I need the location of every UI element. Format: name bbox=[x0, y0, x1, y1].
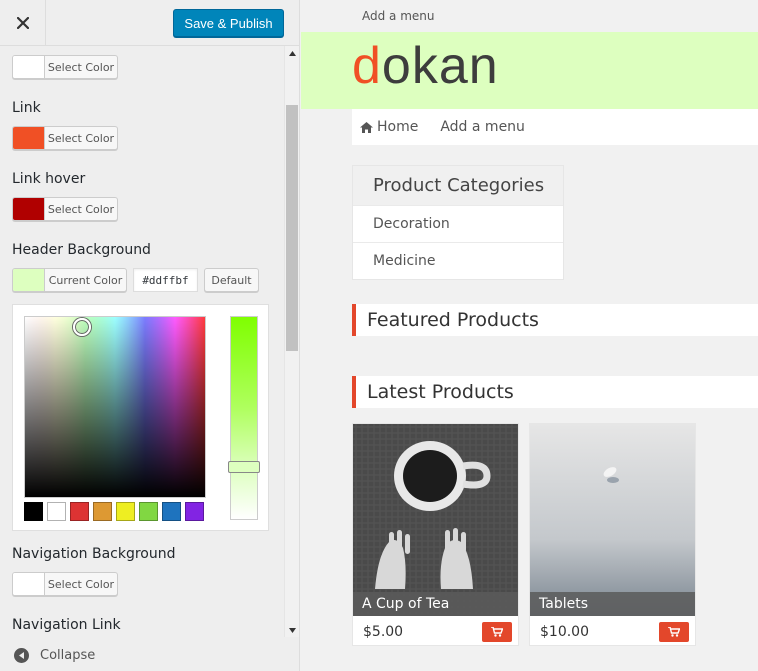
collapse-label: Collapse bbox=[40, 648, 96, 663]
current-color-label: Current Color bbox=[48, 273, 123, 287]
site-preview: Add a menu dokan Home Add a menu Product… bbox=[301, 0, 758, 671]
navigation-background-label: Navigation Background bbox=[12, 546, 176, 562]
product-image-tablets[interactable] bbox=[530, 424, 695, 616]
saturation-handle[interactable] bbox=[73, 318, 91, 336]
home-icon bbox=[360, 121, 373, 133]
cart-icon bbox=[668, 627, 680, 637]
customizer-header: Save & Publish bbox=[0, 0, 299, 46]
product-categories-widget: Product Categories Decoration Medicine bbox=[352, 165, 564, 280]
hue-slider-handle[interactable] bbox=[228, 461, 260, 473]
product-name[interactable]: Tablets bbox=[530, 592, 695, 616]
product-price: $5.00 bbox=[363, 624, 404, 640]
product-name[interactable]: A Cup of Tea bbox=[353, 592, 518, 616]
link-color-button[interactable]: Select Color bbox=[12, 126, 118, 150]
collapse-arrow-icon bbox=[14, 648, 29, 663]
collapse-button[interactable]: Collapse bbox=[0, 640, 299, 671]
palette-swatch-black[interactable] bbox=[24, 502, 43, 521]
navigation-background-swatch bbox=[13, 573, 45, 595]
hex-color-input[interactable] bbox=[133, 268, 198, 292]
scroll-up-button[interactable] bbox=[285, 46, 300, 60]
palette-swatch-blue[interactable] bbox=[162, 502, 181, 521]
scroll-up-icon bbox=[289, 50, 296, 56]
link-hover-color-button-label: Select Color bbox=[47, 202, 115, 216]
navigation-link-label: Navigation Link bbox=[12, 617, 121, 633]
color-picker bbox=[12, 304, 269, 531]
nav-home-link[interactable]: Home bbox=[360, 119, 418, 135]
site-logo[interactable]: dokan bbox=[352, 36, 499, 96]
sidebar-scrollbar[interactable] bbox=[284, 46, 299, 637]
product-image-tea[interactable] bbox=[353, 424, 518, 616]
nav-home-label: Home bbox=[377, 119, 419, 135]
top-menu-link[interactable]: Add a menu bbox=[362, 9, 435, 23]
logo-letter-d: d bbox=[352, 37, 382, 95]
link-color-swatch bbox=[13, 127, 45, 149]
category-item-medicine[interactable]: Medicine bbox=[353, 242, 563, 279]
palette-swatch-white[interactable] bbox=[47, 502, 66, 521]
add-to-cart-button[interactable] bbox=[659, 622, 689, 642]
link-color-button-label: Select Color bbox=[47, 131, 115, 145]
hue-slider[interactable] bbox=[228, 316, 260, 520]
navigation-background-color-button[interactable]: Select Color bbox=[12, 572, 118, 596]
scroll-down-button[interactable] bbox=[285, 623, 300, 637]
navigation-background-button-label: Select Color bbox=[47, 577, 115, 591]
product-card[interactable]: A Cup of Tea $5.00 bbox=[352, 423, 519, 646]
link-hover-color-swatch bbox=[13, 198, 45, 220]
color-swatch bbox=[13, 56, 45, 78]
logo-text: okan bbox=[381, 37, 499, 95]
scroll-down-icon bbox=[289, 627, 296, 633]
palette-swatch-yellow[interactable] bbox=[116, 502, 135, 521]
customizer-sidebar: Save & Publish Select Color Link Select … bbox=[0, 0, 300, 671]
site-header: dokan bbox=[301, 32, 758, 109]
default-color-button[interactable]: Default bbox=[204, 268, 259, 292]
header-background-color-button[interactable]: Current Color bbox=[12, 268, 127, 292]
add-to-cart-button[interactable] bbox=[482, 622, 512, 642]
link-label: Link bbox=[12, 100, 41, 116]
product-price: $10.00 bbox=[540, 624, 589, 640]
cart-icon bbox=[491, 627, 503, 637]
palette-swatch-red[interactable] bbox=[70, 502, 89, 521]
palette-swatch-green[interactable] bbox=[139, 502, 158, 521]
latest-products-heading: Latest Products bbox=[352, 376, 758, 408]
link-hover-color-button[interactable]: Select Color bbox=[12, 197, 118, 221]
header-background-label: Header Background bbox=[12, 242, 151, 258]
customizer-controls: Select Color Link Select Color Link hove… bbox=[0, 46, 284, 637]
color-palette bbox=[24, 502, 204, 521]
categories-title: Product Categories bbox=[353, 166, 563, 205]
close-icon bbox=[16, 16, 29, 29]
header-background-swatch bbox=[13, 269, 45, 291]
product-card[interactable]: Tablets $10.00 bbox=[529, 423, 696, 646]
link-hover-label: Link hover bbox=[12, 171, 86, 187]
save-publish-button[interactable]: Save & Publish bbox=[173, 9, 284, 37]
close-button[interactable] bbox=[0, 0, 46, 45]
palette-swatch-purple[interactable] bbox=[185, 502, 204, 521]
nav-add-menu-link[interactable]: Add a menu bbox=[440, 119, 525, 135]
saturation-area[interactable] bbox=[24, 316, 206, 498]
color-button-label: Select Color bbox=[47, 60, 115, 74]
scrollbar-thumb[interactable] bbox=[286, 105, 298, 351]
palette-swatch-orange[interactable] bbox=[93, 502, 112, 521]
main-navigation: Home Add a menu bbox=[352, 109, 758, 145]
nav-add-menu-label: Add a menu bbox=[440, 119, 525, 135]
color-select-button[interactable]: Select Color bbox=[12, 55, 118, 79]
featured-products-heading: Featured Products bbox=[352, 304, 758, 336]
category-item-decoration[interactable]: Decoration bbox=[353, 205, 563, 242]
